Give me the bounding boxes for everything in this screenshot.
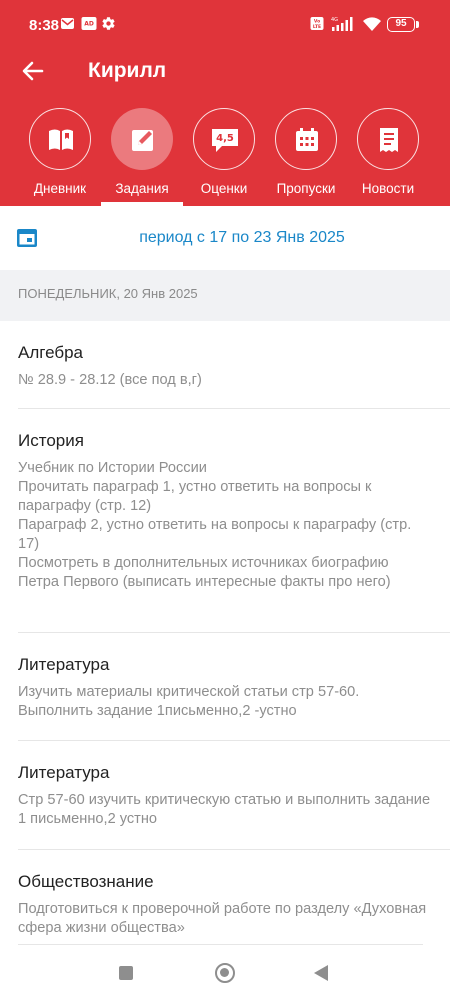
task-description: № 28.9 - 28.12 (все под в,г) <box>18 372 202 388</box>
recent-apps-icon[interactable] <box>119 966 133 980</box>
back-arrow-icon[interactable] <box>18 56 48 86</box>
edit-icon <box>132 130 153 151</box>
tab-assignments-label: Задания <box>115 181 169 196</box>
tab-grades-label: Оценки <box>200 181 248 196</box>
tab-grades-circle: 4,5 <box>193 108 255 170</box>
tab-news[interactable]: Новости <box>347 108 429 206</box>
task-subject: Литература <box>18 763 110 782</box>
volte-icon: Vo LTE <box>310 16 324 36</box>
back-triangle-icon[interactable] <box>314 965 328 981</box>
gear-icon <box>101 16 116 36</box>
tab-diary-circle <box>29 108 91 170</box>
period-selector[interactable]: период с 17 по 23 Янв 2025 <box>0 206 450 270</box>
status-bar: 8:38 AD Vo LTE 4G 95 <box>0 0 450 50</box>
task-subject: Литература <box>18 655 110 674</box>
battery-icon: 95 <box>387 17 415 32</box>
task-item[interactable]: Литература Изучить материалы критической… <box>0 633 450 740</box>
tab-absences-label: Пропуски <box>276 181 336 196</box>
task-description: Учебник по Истории России Прочитать пара… <box>18 460 412 590</box>
task-subject: Обществознание <box>18 872 154 891</box>
tab-assignments[interactable]: Задания <box>101 108 183 206</box>
task-item[interactable]: История Учебник по Истории России Прочит… <box>0 409 450 632</box>
task-subject: История <box>18 431 84 450</box>
page-title: Кирилл <box>88 59 167 82</box>
tab-diary-label: Дневник <box>33 181 87 196</box>
home-icon[interactable] <box>215 963 235 983</box>
app-header: 8:38 AD Vo LTE 4G 95 Кирилл Дневник Зада… <box>0 0 450 206</box>
system-nav-bar <box>0 946 450 1000</box>
news-icon <box>380 128 398 152</box>
tab-absences[interactable]: Пропуски <box>265 108 347 206</box>
tab-news-label: Новости <box>361 181 415 196</box>
day-label: ПОНЕДЕЛЬНИК, 20 Янв 2025 <box>18 286 198 301</box>
day-header: ПОНЕДЕЛЬНИК, 20 Янв 2025 <box>0 270 450 321</box>
wifi-icon <box>362 16 382 37</box>
ad-icon: AD <box>81 16 97 36</box>
svg-text:4G: 4G <box>331 17 338 23</box>
grades-badge: 4,5 <box>216 133 234 144</box>
task-description: Изучить материалы критической статьи стр… <box>18 684 360 719</box>
period-label[interactable]: период с 17 по 23 Янв 2025 <box>0 229 450 247</box>
task-item[interactable]: Алгебра № 28.9 - 28.12 (все под в,г) <box>0 321 450 409</box>
calendar-grid-icon <box>296 128 318 151</box>
task-item[interactable]: Литература Стр 57-60 изучить критическую… <box>0 741 450 849</box>
tab-diary[interactable]: Дневник <box>19 108 101 206</box>
book-icon <box>49 129 73 150</box>
signal-icon: 4G <box>328 16 356 37</box>
tab-news-circle <box>357 108 419 170</box>
tab-absences-circle <box>275 108 337 170</box>
svg-text:LTE: LTE <box>313 24 321 30</box>
grades-icon: 4,5 <box>212 129 238 152</box>
task-item[interactable]: Обществознание Подготовиться к проверочн… <box>0 850 450 946</box>
task-description: Подготовиться к проверочной работе по ра… <box>18 901 427 936</box>
svg-text:AD: AD <box>84 21 94 28</box>
mail-icon <box>60 16 75 36</box>
status-time: 8:38 <box>29 17 60 34</box>
battery-tip <box>416 21 419 28</box>
task-description: Стр 57-60 изучить критическую статью и в… <box>18 792 431 827</box>
divider <box>18 944 423 945</box>
task-subject: Алгебра <box>18 343 83 362</box>
tab-grades[interactable]: 4,5 Оценки <box>183 108 265 206</box>
tab-assignments-circle <box>111 108 173 170</box>
svg-text:Vo: Vo <box>314 19 320 25</box>
